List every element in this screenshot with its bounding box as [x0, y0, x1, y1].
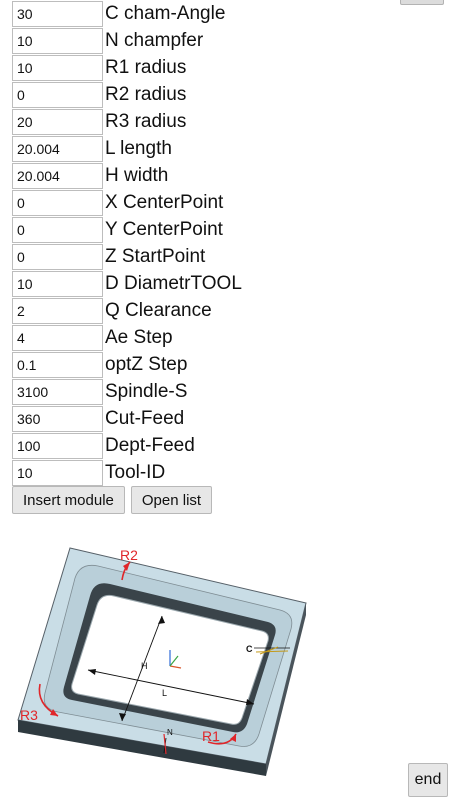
param-input[interactable]: [12, 459, 103, 486]
param-input[interactable]: [12, 405, 103, 432]
r3-label: R3: [20, 707, 38, 723]
c-label: C: [246, 644, 253, 654]
param-label: R1 radius: [105, 56, 187, 78]
h-label: H: [141, 661, 148, 671]
param-row: Q Clearance: [12, 297, 242, 324]
param-row: R3 radius: [12, 108, 242, 135]
param-label: Ae Step: [105, 326, 173, 348]
parameter-form: C cham-Angle N champfer R1 radius R2 radius…: [12, 0, 242, 486]
l-label: L: [162, 688, 167, 698]
param-input[interactable]: [12, 108, 103, 135]
param-label: Cut-Feed: [105, 407, 185, 429]
param-label: X CenterPoint: [105, 191, 224, 213]
param-row: N champfer: [12, 27, 242, 54]
param-input[interactable]: [12, 135, 103, 162]
param-label: R2 radius: [105, 83, 187, 105]
param-row: Z StartPoint: [12, 243, 242, 270]
param-label: C cham-Angle: [105, 2, 226, 24]
param-row: R2 radius: [12, 81, 242, 108]
param-input[interactable]: [12, 351, 103, 378]
param-label: Tool-ID: [105, 461, 166, 483]
insert-module-button[interactable]: Insert module: [12, 486, 125, 514]
param-row: C cham-Angle: [12, 0, 242, 27]
param-label: Spindle-S: [105, 380, 188, 402]
param-input[interactable]: [12, 243, 103, 270]
param-row: Spindle-S: [12, 378, 242, 405]
r1-label: R1: [202, 728, 220, 744]
param-input[interactable]: [12, 270, 103, 297]
param-label: Dept-Feed: [105, 434, 195, 456]
param-label: Y CenterPoint: [105, 218, 223, 240]
param-row: Cut-Feed: [12, 405, 242, 432]
param-row: Dept-Feed: [12, 432, 242, 459]
n-label: N: [167, 728, 173, 737]
param-label: optZ Step: [105, 353, 188, 375]
param-input[interactable]: [12, 81, 103, 108]
param-label: R3 radius: [105, 110, 187, 132]
param-row: Ae Step: [12, 324, 242, 351]
param-input[interactable]: [12, 27, 103, 54]
param-row: optZ Step: [12, 351, 242, 378]
param-row: Tool-ID: [12, 459, 242, 486]
open-list-button[interactable]: Open list: [130, 486, 213, 514]
end-button[interactable]: end: [408, 763, 448, 797]
param-label: N champfer: [105, 29, 204, 51]
param-input[interactable]: [12, 297, 103, 324]
param-label: H width: [105, 164, 169, 186]
param-input[interactable]: [12, 162, 103, 189]
param-input[interactable]: [12, 378, 103, 405]
pocket-diagram: R2 R3 R1 C H L N: [17, 547, 307, 776]
param-row: R1 radius: [12, 54, 242, 81]
param-label: D DiametrTOOL: [105, 272, 242, 294]
action-buttons: Insert module Open list: [12, 486, 213, 514]
param-row: X CenterPoint: [12, 189, 242, 216]
param-input[interactable]: [12, 432, 103, 459]
param-input[interactable]: [12, 189, 103, 216]
param-input[interactable]: [12, 0, 103, 27]
param-row: D DiametrTOOL: [12, 270, 242, 297]
param-row: H width: [12, 162, 242, 189]
param-label: Z StartPoint: [105, 245, 206, 267]
r2-label: R2: [120, 547, 138, 563]
top-corner-tab: [400, 0, 444, 5]
param-label: Q Clearance: [105, 299, 212, 321]
param-row: Y CenterPoint: [12, 216, 242, 243]
param-label: L length: [105, 137, 172, 159]
param-input[interactable]: [12, 54, 103, 81]
param-input[interactable]: [12, 216, 103, 243]
param-row: L length: [12, 135, 242, 162]
param-input[interactable]: [12, 324, 103, 351]
